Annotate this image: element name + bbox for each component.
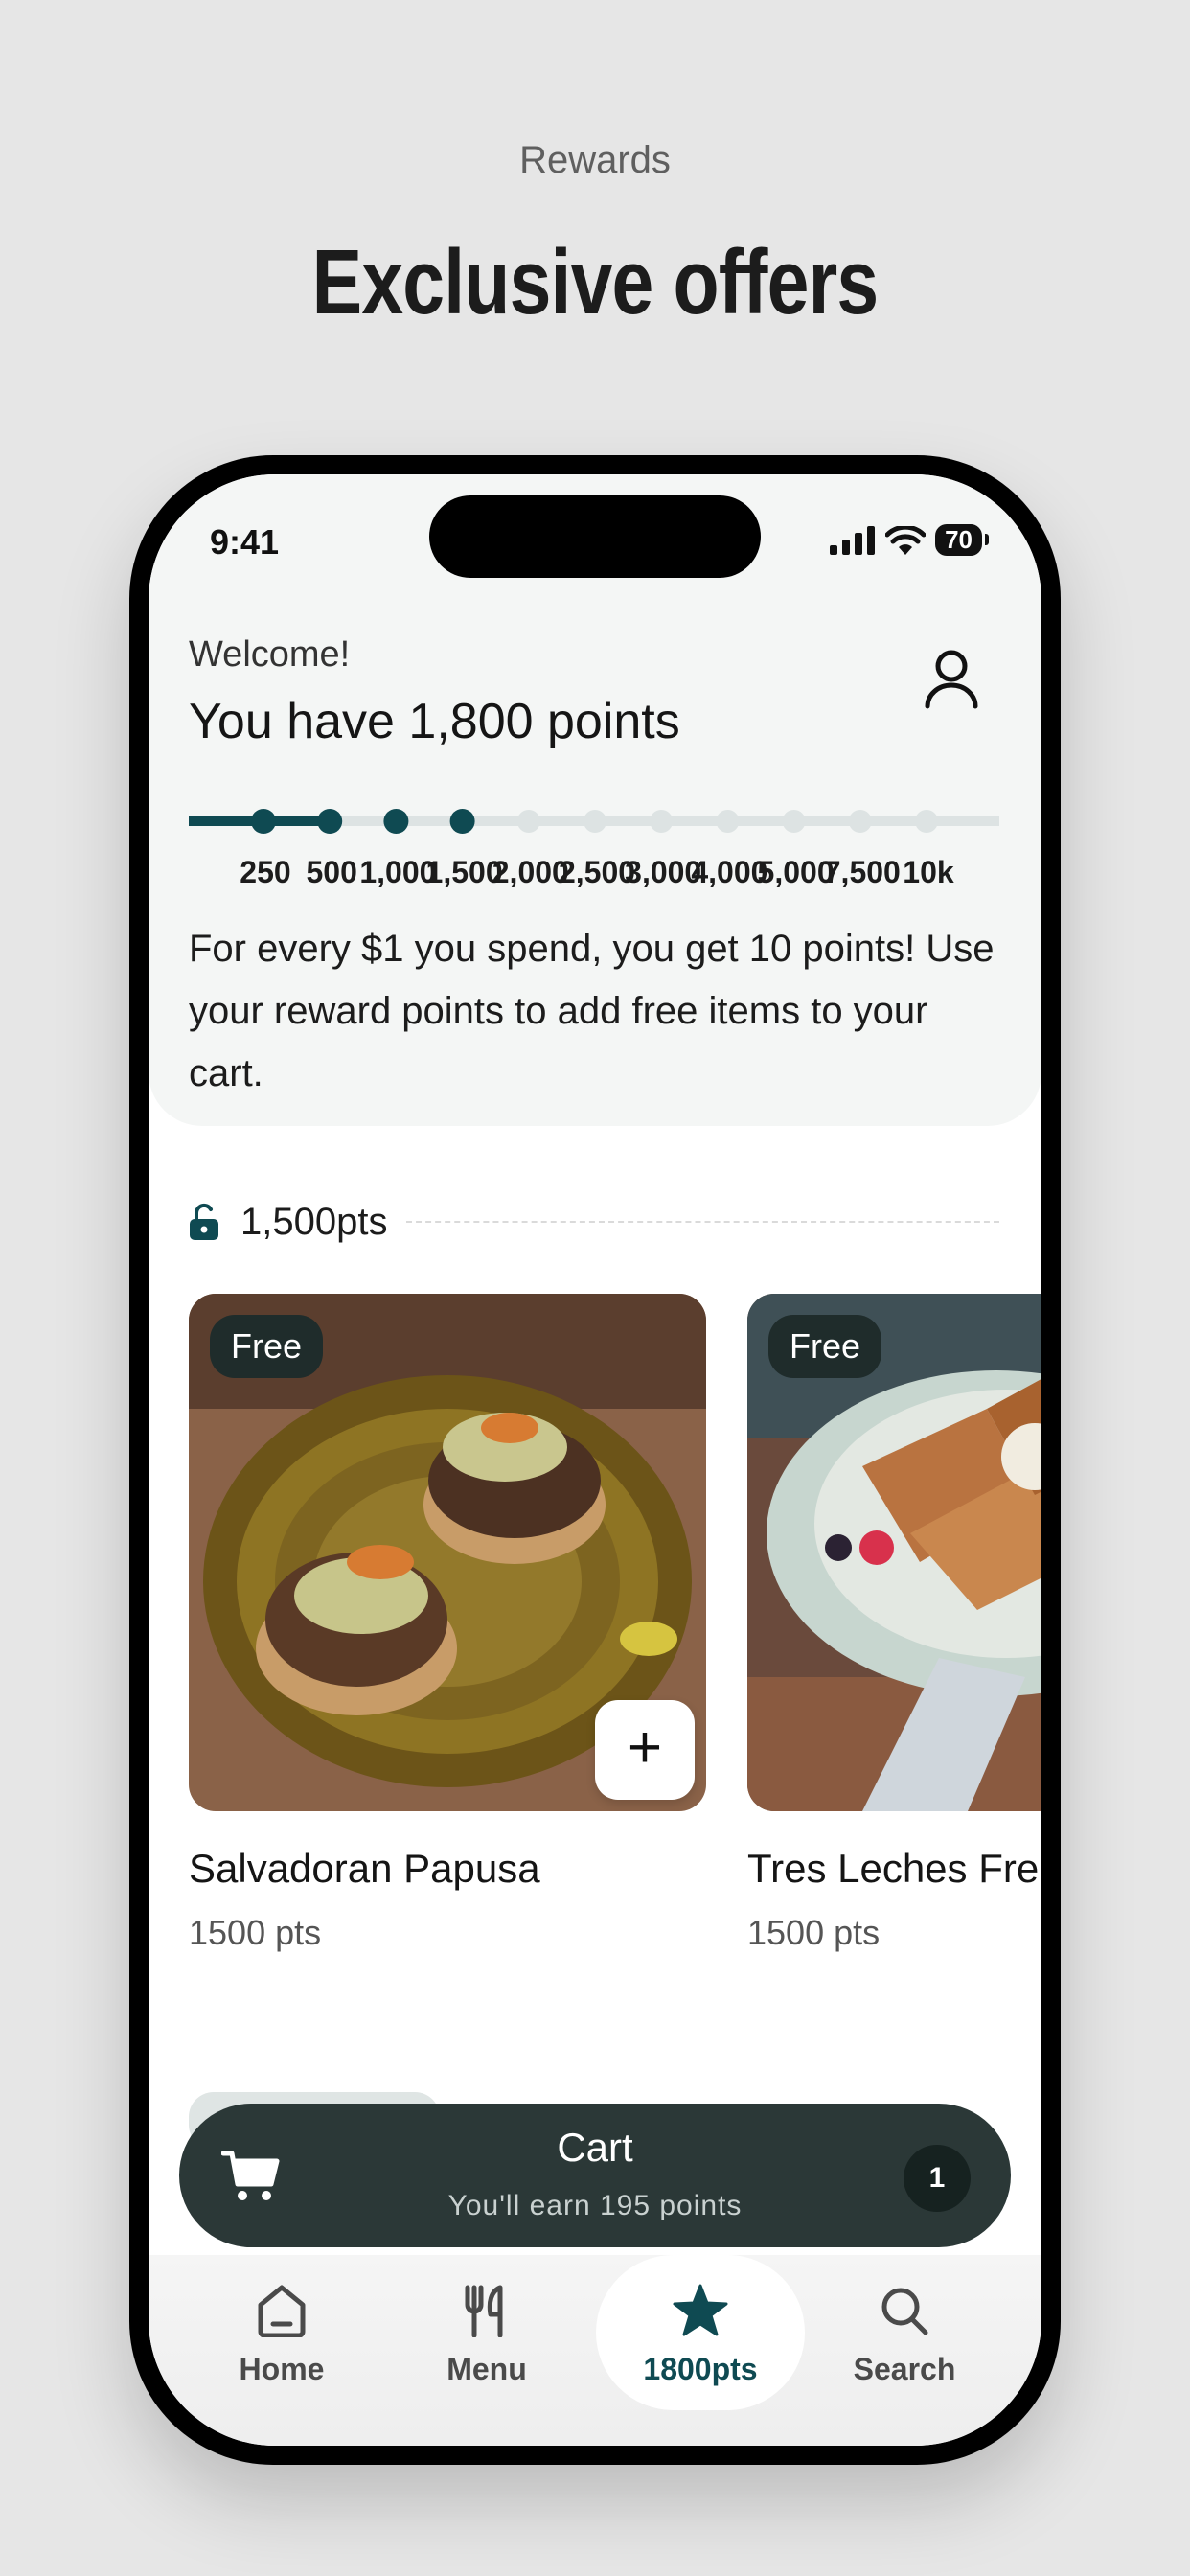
- item-points: 1500 pts: [189, 1913, 322, 1952]
- milestone-label: 250: [240, 855, 291, 889]
- milestone-dot: [516, 810, 540, 833]
- signal-icon: [830, 525, 876, 555]
- milestone-label: 3,000: [625, 855, 702, 889]
- reward-card[interactable]: Free + Salvadoran Papusa 1500 pts: [189, 1294, 706, 1953]
- tab-label: 1800pts: [643, 2352, 758, 2386]
- star-icon: [673, 2284, 728, 2336]
- cart-count-badge: 1: [904, 2145, 971, 2212]
- milestone-dot: [848, 810, 872, 833]
- milestone-labels: 250 500 1,000 1,500 2,000 2,500 3,000 4,000 5,00…: [149, 855, 1041, 893]
- milestone-label: 1,000: [359, 855, 437, 889]
- points-description: For every $1 you spend, you get 10 point…: [189, 928, 995, 1094]
- item-image: Free +: [189, 1294, 706, 1811]
- profile-icon[interactable]: [923, 647, 980, 712]
- item-name: Tres Leches French Toast: [747, 1846, 1041, 1891]
- milestone-dot: [650, 810, 674, 833]
- milestone-dot: [251, 809, 276, 834]
- phone-screen: 9:41 70 Welcome! You have 1,800 points 2…: [149, 474, 1041, 2446]
- dynamic-island: [429, 495, 761, 578]
- milestone-label: 1,500: [425, 855, 503, 889]
- free-badge: Free: [210, 1315, 324, 1378]
- home-icon: [258, 2285, 306, 2338]
- utensils-icon: [465, 2285, 503, 2338]
- status-icons: 70: [830, 524, 989, 556]
- add-to-cart-button[interactable]: +: [595, 1700, 695, 1800]
- tab-rewards[interactable]: 1800pts: [596, 2255, 805, 2410]
- free-badge: Free: [768, 1315, 882, 1378]
- tab-search[interactable]: Search: [828, 2284, 981, 2387]
- page-title: Exclusive offers: [311, 231, 880, 334]
- milestone-label: 2,500: [558, 855, 636, 889]
- tab-label: Home: [239, 2352, 325, 2386]
- milestone-dot: [449, 809, 475, 834]
- milestone-dot: [915, 810, 938, 833]
- tab-label: Search: [853, 2352, 956, 2386]
- welcome-text: Welcome!: [189, 634, 351, 675]
- milestone-label: 500: [306, 855, 357, 889]
- wifi-icon: [885, 525, 927, 555]
- status-time: 9:41: [210, 522, 280, 562]
- cart-points-note: You'll earn 195 points: [447, 2190, 743, 2221]
- milestone-dot: [584, 810, 606, 833]
- milestone-label: 10k: [903, 855, 954, 889]
- milestone-label: 2,000: [492, 855, 569, 889]
- tab-rewards-content: 1800pts: [624, 2284, 777, 2387]
- milestone-dot: [317, 809, 343, 834]
- tab-menu[interactable]: Menu: [410, 2284, 563, 2387]
- milestone-dot: [782, 810, 806, 833]
- search-icon: [881, 2288, 928, 2335]
- unlock-icon: [190, 1203, 218, 1240]
- tab-bar: Home Menu 1800pts Search: [149, 2255, 1041, 2446]
- milestone-label: 5,000: [757, 855, 835, 889]
- tier-divider: [406, 1221, 999, 1223]
- battery-indicator: 70: [935, 524, 989, 556]
- tier-header: 1,500pts: [189, 1198, 999, 1246]
- milestone-dot: [383, 809, 409, 834]
- points-title: You have 1,800 points: [189, 694, 680, 749]
- reward-card[interactable]: Free Tres Leches French Toast 1500 pts: [747, 1294, 1041, 1953]
- points-progress: [189, 809, 999, 834]
- phone-frame: 9:41 70 Welcome! You have 1,800 points 2…: [129, 455, 1061, 2465]
- milestone-label: 7,500: [823, 855, 901, 889]
- item-points: 1500 pts: [747, 1913, 881, 1952]
- cart-button[interactable]: Cart You'll earn 195 points 1: [179, 2104, 1011, 2247]
- milestone-label: 4,000: [691, 855, 768, 889]
- rewards-subtitle: Rewards: [519, 139, 671, 181]
- item-image: Free: [747, 1294, 1041, 1811]
- tab-label: Menu: [446, 2352, 527, 2386]
- tab-home[interactable]: Home: [205, 2284, 358, 2387]
- milestone-dot: [716, 810, 740, 833]
- tier-label: 1,500pts: [240, 1200, 388, 1243]
- item-name: Salvadoran Papusa: [189, 1846, 540, 1891]
- cart-title: Cart: [557, 2125, 633, 2170]
